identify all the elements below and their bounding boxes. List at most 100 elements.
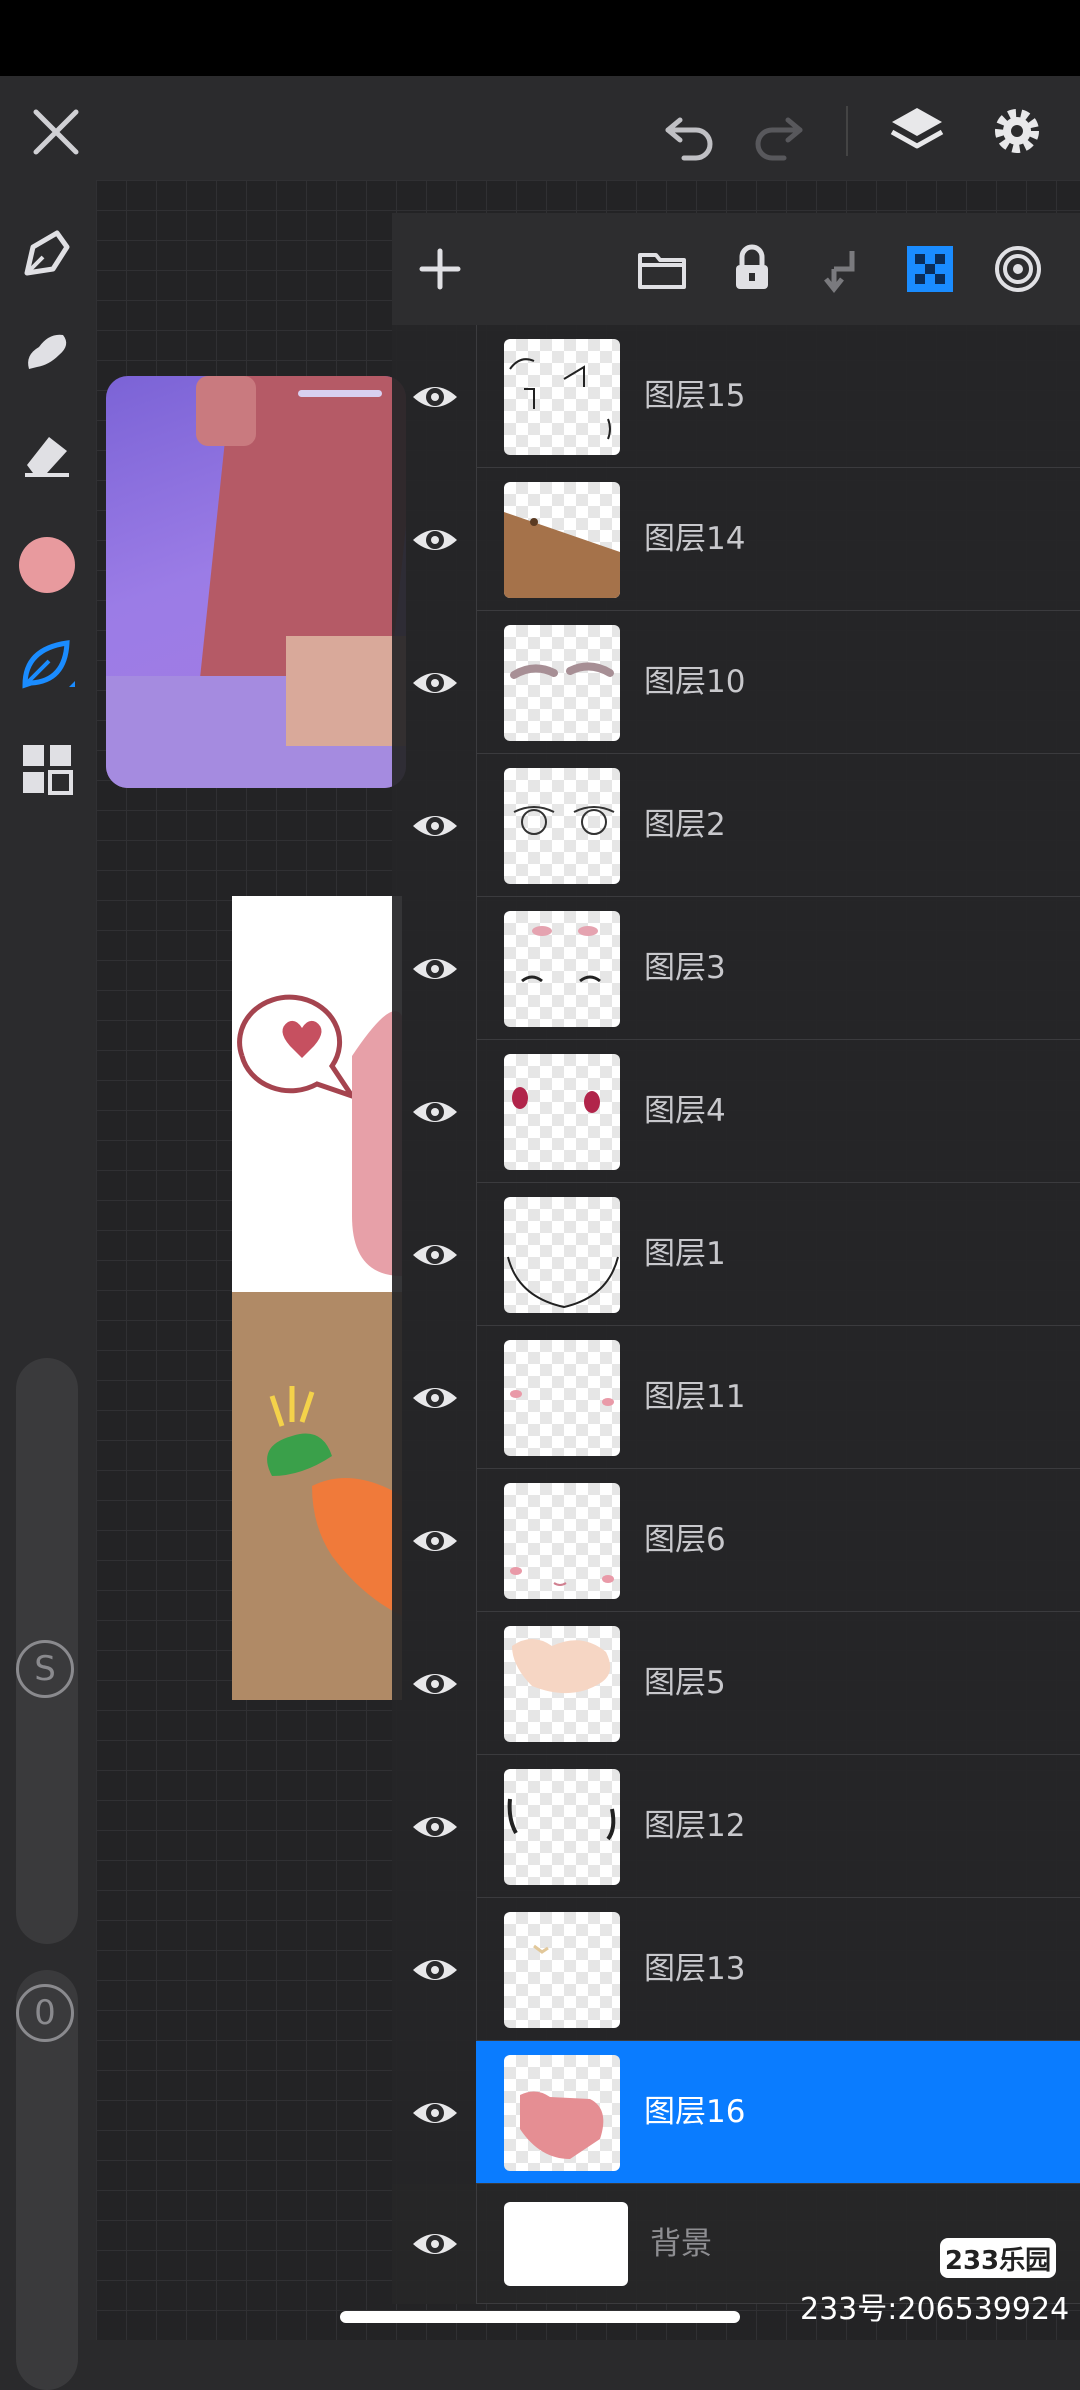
top-toolbar xyxy=(0,76,1080,180)
layers-button[interactable] xyxy=(886,100,948,162)
alpha-lock-button[interactable] xyxy=(900,213,960,325)
visibility-eye-icon[interactable] xyxy=(410,1376,460,1420)
ref-drag-handle[interactable] xyxy=(298,390,382,397)
divider xyxy=(846,106,848,156)
close-icon xyxy=(33,109,79,155)
row-divider xyxy=(476,1612,477,1755)
pen-icon xyxy=(24,230,70,276)
layers-icon xyxy=(890,108,944,149)
settings-button[interactable] xyxy=(986,100,1048,162)
home-indicator[interactable] xyxy=(340,2311,740,2323)
row-divider xyxy=(476,1183,477,1326)
add-layer-button[interactable] xyxy=(410,213,470,325)
merge-down-icon xyxy=(824,251,855,294)
layer-name: 图层14 xyxy=(644,521,746,557)
layer-row[interactable]: 图层1 xyxy=(392,1183,1080,1326)
layer-row[interactable]: 图层13 xyxy=(392,1898,1080,2041)
layer-row[interactable]: 图层2 xyxy=(392,754,1080,897)
reference-layer-button[interactable] xyxy=(988,213,1048,325)
smudge-tool-button[interactable] xyxy=(14,320,80,386)
layer-name: 图层13 xyxy=(644,1951,746,1987)
eraser-tool-button[interactable] xyxy=(14,420,80,486)
pen-tool-button[interactable] xyxy=(14,220,80,286)
artwork-preview xyxy=(232,896,402,1700)
reference-image[interactable] xyxy=(106,376,406,788)
group-layers-button[interactable] xyxy=(632,213,692,325)
layer-name: 图层4 xyxy=(644,1093,726,1129)
grid-icon xyxy=(23,745,73,795)
more-tools-button[interactable] xyxy=(14,736,80,802)
redo-icon xyxy=(755,117,803,161)
row-divider xyxy=(476,1755,477,1898)
visibility-eye-icon[interactable] xyxy=(410,2222,460,2266)
layer-row[interactable]: 图层4 xyxy=(392,1040,1080,1183)
visibility-eye-icon[interactable] xyxy=(410,1948,460,1992)
layer-thumbnail xyxy=(504,1626,620,1742)
visibility-eye-icon[interactable] xyxy=(410,1519,460,1563)
layer-thumbnail xyxy=(504,1340,620,1456)
row-divider xyxy=(476,1898,477,2041)
ref-figure-hand xyxy=(286,636,406,746)
layer-row[interactable]: 图层3 xyxy=(392,897,1080,1040)
lock-icon xyxy=(736,244,768,289)
eraser-icon xyxy=(25,437,69,477)
layer-thumbnail xyxy=(504,2055,620,2171)
layer-row[interactable]: 图层6 xyxy=(392,1469,1080,1612)
layer-thumbnail xyxy=(504,768,620,884)
layer-row[interactable]: 图层12 xyxy=(392,1755,1080,1898)
leaf-brush-icon xyxy=(22,640,75,689)
layer-row[interactable]: 图层16 xyxy=(413,2041,1080,2184)
visibility-eye-icon[interactable] xyxy=(410,518,460,562)
row-divider xyxy=(476,1326,477,1469)
redo-button[interactable] xyxy=(748,102,808,162)
visibility-eye-icon[interactable] xyxy=(410,1805,460,1849)
visibility-eye-icon[interactable] xyxy=(410,375,460,419)
layer-thumbnail xyxy=(504,2202,628,2286)
row-divider xyxy=(476,611,477,754)
layer-name: 图层15 xyxy=(644,378,746,414)
layer-thumbnail xyxy=(504,1912,620,2028)
layer-thumbnail xyxy=(504,1197,620,1313)
merge-down-button[interactable] xyxy=(812,213,872,325)
layer-row[interactable]: 图层10 xyxy=(392,611,1080,754)
opacity-indicator: 0 xyxy=(16,1984,74,2042)
layer-row[interactable]: 图层14 xyxy=(392,468,1080,611)
watermark-id: 233号:206539924 xyxy=(800,2292,1070,2327)
alpha-lock-icon xyxy=(907,246,953,292)
ref-figure-detail xyxy=(196,376,256,446)
close-button[interactable] xyxy=(26,102,86,162)
lock-layer-button[interactable] xyxy=(722,213,782,325)
gear-icon xyxy=(995,109,1039,153)
layer-row[interactable]: 图层5 xyxy=(392,1612,1080,1755)
visibility-eye-icon[interactable] xyxy=(410,1233,460,1277)
layer-thumbnail xyxy=(504,482,620,598)
layer-name: 图层11 xyxy=(644,1379,746,1415)
layer-thumbnail xyxy=(504,1483,620,1599)
layer-name: 图层6 xyxy=(644,1522,726,1558)
row-divider xyxy=(476,1469,477,1612)
layers-panel-header xyxy=(392,213,1080,325)
visibility-eye-icon[interactable] xyxy=(410,947,460,991)
brush-tool-button[interactable] xyxy=(14,632,80,698)
layer-name: 背景 xyxy=(650,2226,712,2262)
layer-row[interactable]: 图层11 xyxy=(392,1326,1080,1469)
visibility-eye-icon[interactable] xyxy=(410,661,460,705)
row-divider xyxy=(476,897,477,1040)
color-picker-button[interactable] xyxy=(14,532,80,598)
layer-name: 图层2 xyxy=(644,807,726,843)
carrot xyxy=(267,1386,402,1616)
layer-row[interactable]: 图层15 xyxy=(392,325,1080,468)
visibility-eye-icon[interactable] xyxy=(410,1662,460,1706)
target-icon xyxy=(995,246,1041,292)
row-divider xyxy=(476,325,477,468)
row-divider xyxy=(476,2184,477,2304)
watermark-logo: 233乐园 xyxy=(940,2238,1056,2278)
layer-name: 图层5 xyxy=(644,1665,726,1701)
visibility-eye-icon[interactable] xyxy=(410,804,460,848)
layer-thumbnail xyxy=(504,1054,620,1170)
undo-button[interactable] xyxy=(660,102,720,162)
visibility-eye-icon[interactable] xyxy=(410,2091,460,2135)
row-divider xyxy=(476,754,477,897)
visibility-eye-icon[interactable] xyxy=(410,1090,460,1134)
layer-thumbnail xyxy=(504,339,620,455)
